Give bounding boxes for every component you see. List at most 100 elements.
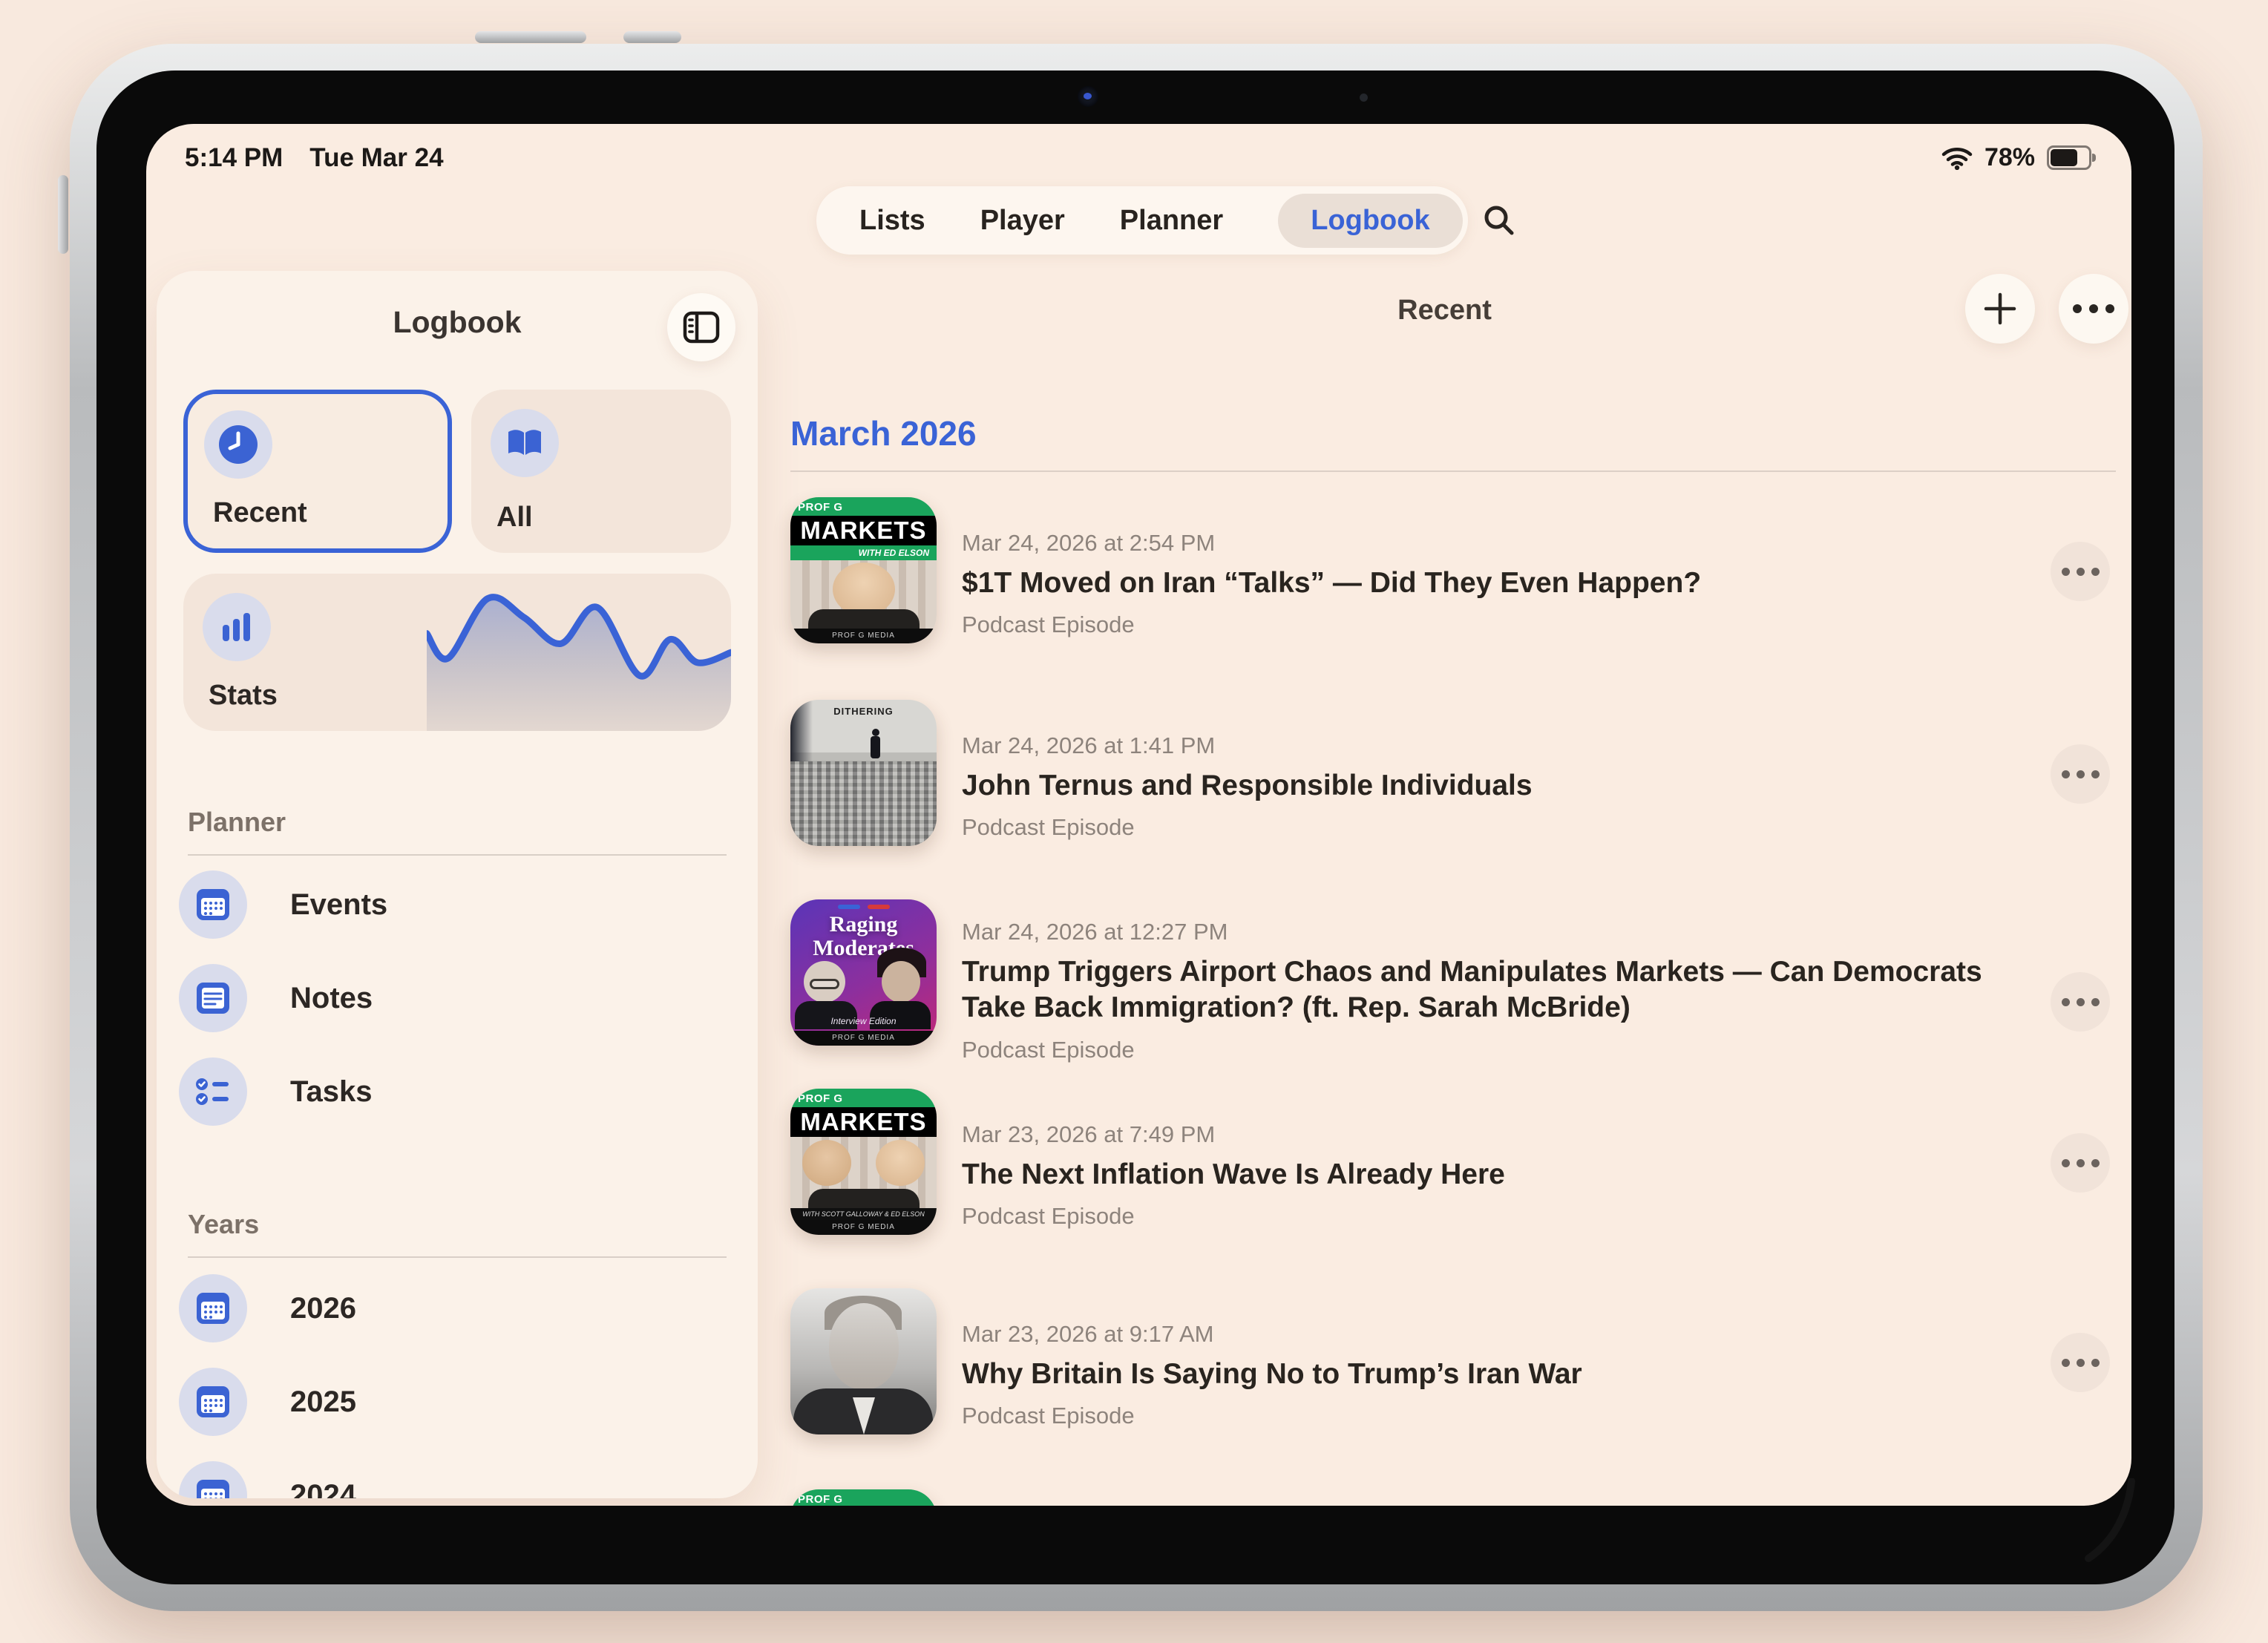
episode-text: Mar 23, 2026 at 9:17 AM Why Britain Is S…: [962, 1288, 1582, 1434]
episode-date: Mar 23, 2026 at 9:17 AM: [962, 1321, 1582, 1348]
top-tab-bar: Lists Player Planner Logbook: [816, 186, 1468, 255]
episode-row[interactable]: PROF G MARKETS WITH SCOTT GALLOWAY & ED …: [790, 1089, 2126, 1235]
episode-more-button[interactable]: [2051, 972, 2110, 1032]
search-button[interactable]: [1482, 194, 1516, 246]
add-button[interactable]: [1965, 274, 2035, 344]
artwork-label: PROF G: [790, 1489, 937, 1506]
sidebar: Logbook: [157, 271, 758, 1498]
episode-type: Podcast Episode: [962, 611, 1701, 638]
filter-label-all: All: [496, 502, 533, 534]
section-header-years: Years: [188, 1209, 259, 1240]
artwork-cityscape: [790, 761, 937, 846]
episode-row[interactable]: PROF G MARKETS WITH ED ELSON PROF G MEDI…: [790, 497, 2126, 643]
status-bar-left: 5:14 PM Tue Mar 24: [185, 143, 444, 173]
episode-row-partial[interactable]: PROF G MARKETS: [790, 1489, 2126, 1506]
corner-pen-curve: [2082, 1478, 2157, 1564]
app-screen: 5:14 PM Tue Mar 24 78% Lists Player Plan…: [146, 124, 2131, 1506]
artwork-title: MARKETS: [790, 1107, 937, 1137]
episode-row[interactable]: Mar 23, 2026 at 9:17 AM Why Britain Is S…: [790, 1288, 2126, 1434]
artwork-figure-head: [872, 729, 879, 736]
clock-date: Tue Mar 24: [309, 143, 443, 173]
episode-type: Podcast Episode: [962, 814, 1533, 841]
episode-date: Mar 24, 2026 at 12:27 PM: [962, 919, 2038, 945]
clock-time: 5:14 PM: [185, 143, 283, 173]
sidebar-item-label: Notes: [290, 982, 373, 1015]
page-title: Recent: [758, 295, 2131, 327]
divider: [188, 1256, 727, 1258]
sidebar-item-2026[interactable]: 2026: [179, 1274, 735, 1342]
clock-icon: [217, 423, 260, 466]
battery-percent: 78%: [1984, 143, 2035, 172]
filter-card-all[interactable]: All: [471, 390, 731, 553]
tab-lists[interactable]: Lists: [859, 205, 925, 237]
sidebar-toggle-icon: [683, 311, 720, 344]
episode-more-button[interactable]: [2051, 542, 2110, 601]
episode-artwork-prof-g-partial: PROF G MARKETS: [790, 1489, 937, 1506]
bar-chart-icon-bubble: [203, 593, 271, 661]
battery-icon: [2047, 145, 2091, 170]
battery-fill: [2051, 149, 2077, 166]
filter-card-recent[interactable]: Recent: [183, 390, 452, 553]
sidebar-item-2025[interactable]: 2025: [179, 1368, 735, 1436]
camera-glint: [1084, 93, 1092, 99]
episode-artwork-prof-g-markets-duo: PROF G MARKETS WITH SCOTT GALLOWAY & ED …: [790, 1089, 937, 1235]
stats-card[interactable]: Stats: [183, 574, 731, 731]
top-button: [623, 31, 681, 43]
artwork-glasses: [810, 979, 839, 989]
episode-more-button[interactable]: [2051, 1333, 2110, 1392]
calendar-icon-bubble: [179, 870, 247, 939]
episode-text: Mar 24, 2026 at 1:41 PM John Ternus and …: [962, 700, 1533, 846]
tab-planner[interactable]: Planner: [1120, 205, 1223, 237]
episode-row[interactable]: RagingModerates Interview Edition PROF G…: [790, 899, 2126, 1063]
artwork-photo: [790, 1137, 937, 1208]
bar-chart-icon: [220, 611, 254, 643]
sidebar-item-label: 2026: [290, 1292, 356, 1325]
episode-type: Podcast Episode: [962, 1403, 1582, 1429]
episode-title: Trump Triggers Airport Chaos and Manipul…: [962, 954, 2038, 1026]
sidebar-item-tasks[interactable]: Tasks: [179, 1057, 735, 1126]
volume-button: [475, 31, 586, 43]
artwork-subtitle: WITH SCOTT GALLOWAY & ED ELSON: [790, 1208, 937, 1220]
artwork-label: PROF G: [790, 497, 937, 516]
episode-more-button[interactable]: [2051, 744, 2110, 804]
stats-label: Stats: [209, 680, 278, 712]
episode-text: Mar 24, 2026 at 12:27 PM Trump Triggers …: [962, 899, 2038, 1063]
checklist-icon-bubble: [179, 1057, 247, 1126]
artwork-body: [808, 1189, 920, 1208]
sidebar-item-notes[interactable]: Notes: [179, 964, 735, 1032]
tab-player[interactable]: Player: [980, 205, 1065, 237]
tab-logbook[interactable]: Logbook: [1278, 194, 1462, 248]
calendar-icon-bubble: [179, 1461, 247, 1498]
more-options-button[interactable]: [2059, 274, 2128, 344]
calendar-icon-bubble: [179, 1368, 247, 1436]
episode-date: Mar 24, 2026 at 1:41 PM: [962, 732, 1533, 759]
divider: [188, 854, 727, 856]
episode-title: $1T Moved on Iran “Talks” — Did They Eve…: [962, 565, 1701, 601]
artwork-footer: PROF G MEDIA: [790, 1031, 937, 1046]
artwork-label: PROF G: [790, 1089, 937, 1107]
episode-type: Podcast Episode: [962, 1203, 1505, 1230]
sidebar-item-2024[interactable]: 2024: [179, 1461, 735, 1498]
wifi-icon: [1941, 146, 1973, 170]
stats-sparkline-chart: [427, 586, 731, 731]
artwork-face: [833, 563, 895, 616]
episode-row[interactable]: DITHERING Mar 24, 2026 at 1:41 PM John T…: [790, 700, 2126, 846]
artwork-body: [808, 609, 920, 629]
artwork-face: [829, 1303, 899, 1389]
sidebar-item-events[interactable]: Events: [179, 870, 735, 939]
sidebar-toggle-button[interactable]: [667, 293, 735, 361]
artwork-footer: PROF G MEDIA: [790, 629, 937, 643]
episode-date: Mar 23, 2026 at 7:49 PM: [962, 1121, 1505, 1148]
calendar-icon: [195, 1291, 231, 1325]
sidebar-item-label: 2025: [290, 1385, 356, 1419]
plus-icon: [1983, 292, 2017, 326]
battery-nub: [2092, 154, 2096, 162]
artwork-subtitle: Interview Edition: [790, 1016, 937, 1026]
checklist-icon: [194, 1075, 232, 1108]
episode-text: Mar 24, 2026 at 2:54 PM $1T Moved on Ira…: [962, 497, 1701, 643]
sidebar-item-label: Events: [290, 888, 387, 922]
episode-more-button[interactable]: [2051, 1133, 2110, 1193]
light-sensor: [1360, 94, 1368, 102]
episode-title: The Next Inflation Wave Is Already Here: [962, 1157, 1505, 1193]
section-header-planner: Planner: [188, 807, 286, 838]
